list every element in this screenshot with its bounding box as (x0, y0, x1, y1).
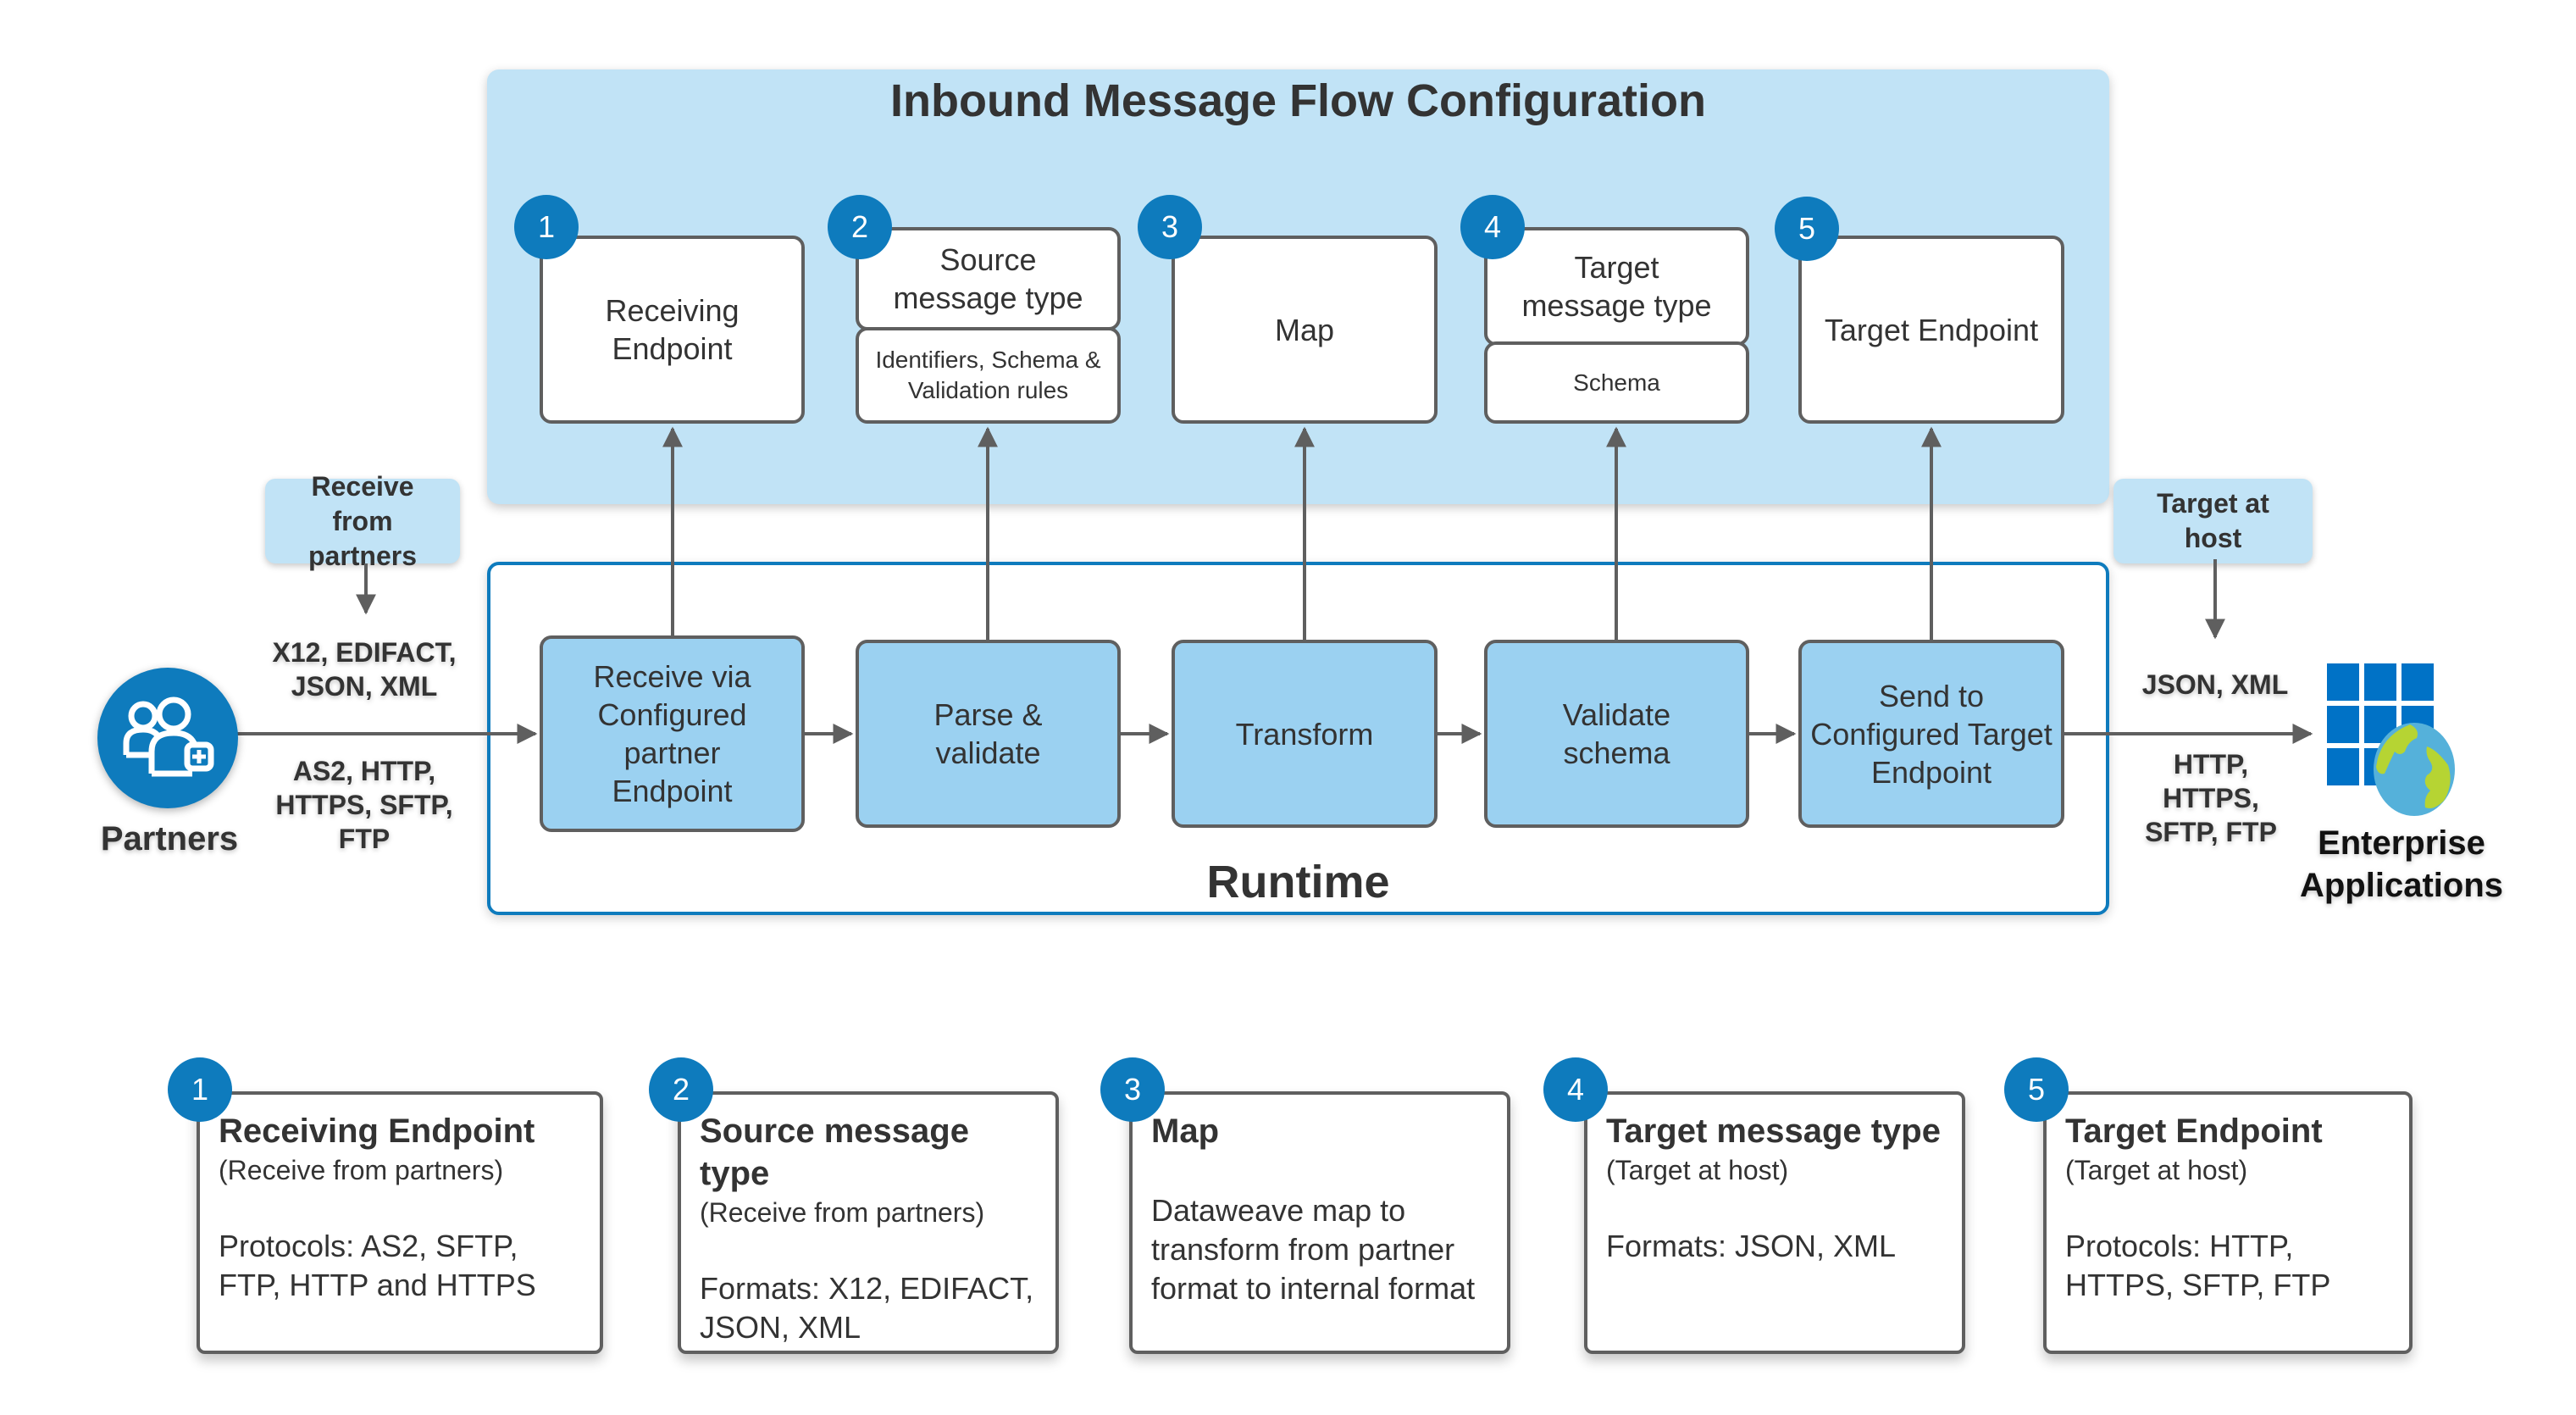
config-step-label: Map (1274, 312, 1335, 347)
runtime-step-receive[interactable]: Receive via Configured partner Endpoint (540, 635, 805, 832)
card-badge-1: 1 (168, 1057, 232, 1122)
partners-label: Partners (100, 820, 239, 857)
partner-protocols-label: AS2, HTTP, HTTPS, SFTP, FTP (275, 756, 453, 854)
runtime-step-send[interactable]: Send to Configured Target Endpoint (1798, 640, 2064, 828)
runtime-step-parse-validate[interactable]: Parse & validate (856, 640, 1121, 828)
partners-node[interactable] (97, 668, 238, 808)
runtime-step-label: Parse & validate (933, 697, 1043, 770)
config-step-source-details[interactable]: Identifiers, Schema & Validation rules (856, 327, 1121, 424)
runtime-step-label: Transform (1235, 716, 1374, 752)
card-badge-4: 4 (1543, 1057, 1608, 1122)
detail-card-source-message-type: Source message type (Receive from partne… (678, 1091, 1059, 1354)
card-title: Map (1151, 1113, 1219, 1150)
config-step-target-endpoint[interactable]: Target Endpoint (1798, 236, 2064, 424)
card-title: Target Endpoint (2065, 1113, 2323, 1150)
callout-text: Receive from partners (307, 470, 418, 571)
detail-card-map: Map Dataweave map to transform from part… (1129, 1091, 1510, 1354)
enterprise-globe-icon (2327, 663, 2455, 816)
partner-formats-label: X12, EDIFACT, JSON, XML (272, 637, 457, 702)
card-body: Dataweave map to transform from partner … (1151, 1193, 1476, 1306)
step-badge-3: 3 (1138, 195, 1202, 259)
card-body: Formats: JSON, XML (1606, 1229, 1897, 1263)
users-add-icon (123, 696, 214, 777)
config-step-label: Receiving Endpoint (605, 293, 740, 366)
config-step-label: Target message type (1521, 250, 1712, 323)
step-badge-2: 2 (828, 195, 892, 259)
step-badge-5: 5 (1775, 197, 1839, 261)
config-step-label: Source message type (893, 242, 1083, 315)
config-step-sublabel: Schema (1573, 369, 1660, 396)
card-subtitle: (Target at host) (1606, 1155, 1789, 1185)
runtime-step-label: Validate schema (1562, 697, 1671, 770)
card-body: Protocols: HTTP, HTTPS, SFTP, FTP (2065, 1229, 2331, 1302)
configuration-panel-title: Inbound Message Flow Configuration (890, 75, 1706, 126)
config-step-target-message-type[interactable]: Target message type (1484, 227, 1749, 346)
card-title: Source message type (700, 1113, 969, 1192)
card-title: Target message type (1606, 1113, 1941, 1150)
enterprise-formats-label: JSON, XML (2141, 669, 2289, 700)
runtime-step-label: Receive via Configured partner Endpoint (593, 659, 751, 808)
card-badge-3: 3 (1100, 1057, 1165, 1122)
detail-card-target-endpoint: Target Endpoint (Target at host) Protoco… (2043, 1091, 2413, 1354)
config-step-sublabel: Identifiers, Schema & Validation rules (875, 347, 1101, 403)
config-step-source-message-type[interactable]: Source message type (856, 227, 1121, 330)
card-body: Formats: X12, EDIFACT, JSON, XML (700, 1271, 1034, 1345)
step-badge-1: 1 (514, 195, 579, 259)
card-badge-2: 2 (649, 1057, 713, 1122)
config-step-label: Target Endpoint (1824, 312, 2039, 347)
callout-receive-from-partners: Receive from partners (265, 471, 460, 571)
enterprise-applications-label: Enterprise Applications (2299, 824, 2504, 904)
runtime-step-label: Send to Configured Target Endpoint (1810, 678, 2052, 790)
runtime-panel-title: Runtime (1206, 857, 1390, 907)
config-step-receiving-endpoint[interactable]: Receiving Endpoint (540, 236, 805, 424)
config-step-target-schema[interactable]: Schema (1484, 341, 1749, 424)
card-subtitle: (Target at host) (2065, 1155, 2248, 1185)
card-subtitle: (Receive from partners) (219, 1155, 504, 1185)
callout-target-at-host: Target at host (2113, 479, 2313, 563)
runtime-step-validate-schema[interactable]: Validate schema (1484, 640, 1749, 828)
card-subtitle: (Receive from partners) (700, 1197, 985, 1228)
callout-text: Target at host (2157, 488, 2269, 553)
enterprise-protocols-label: HTTP, HTTPS, SFTP, FTP (2145, 749, 2277, 847)
runtime-step-transform[interactable]: Transform (1172, 640, 1438, 828)
card-title: Receiving Endpoint (219, 1113, 535, 1150)
detail-card-receiving-endpoint: Receiving Endpoint (Receive from partner… (197, 1091, 603, 1354)
enterprise-node[interactable] (2317, 657, 2469, 818)
card-badge-5: 5 (2004, 1057, 2069, 1122)
config-step-map[interactable]: Map (1172, 236, 1438, 424)
step-badge-4: 4 (1460, 195, 1525, 259)
card-body: Protocols: AS2, SFTP, FTP, HTTP and HTTP… (219, 1229, 536, 1302)
detail-card-target-message-type: Target message type (Target at host) For… (1584, 1091, 1965, 1354)
